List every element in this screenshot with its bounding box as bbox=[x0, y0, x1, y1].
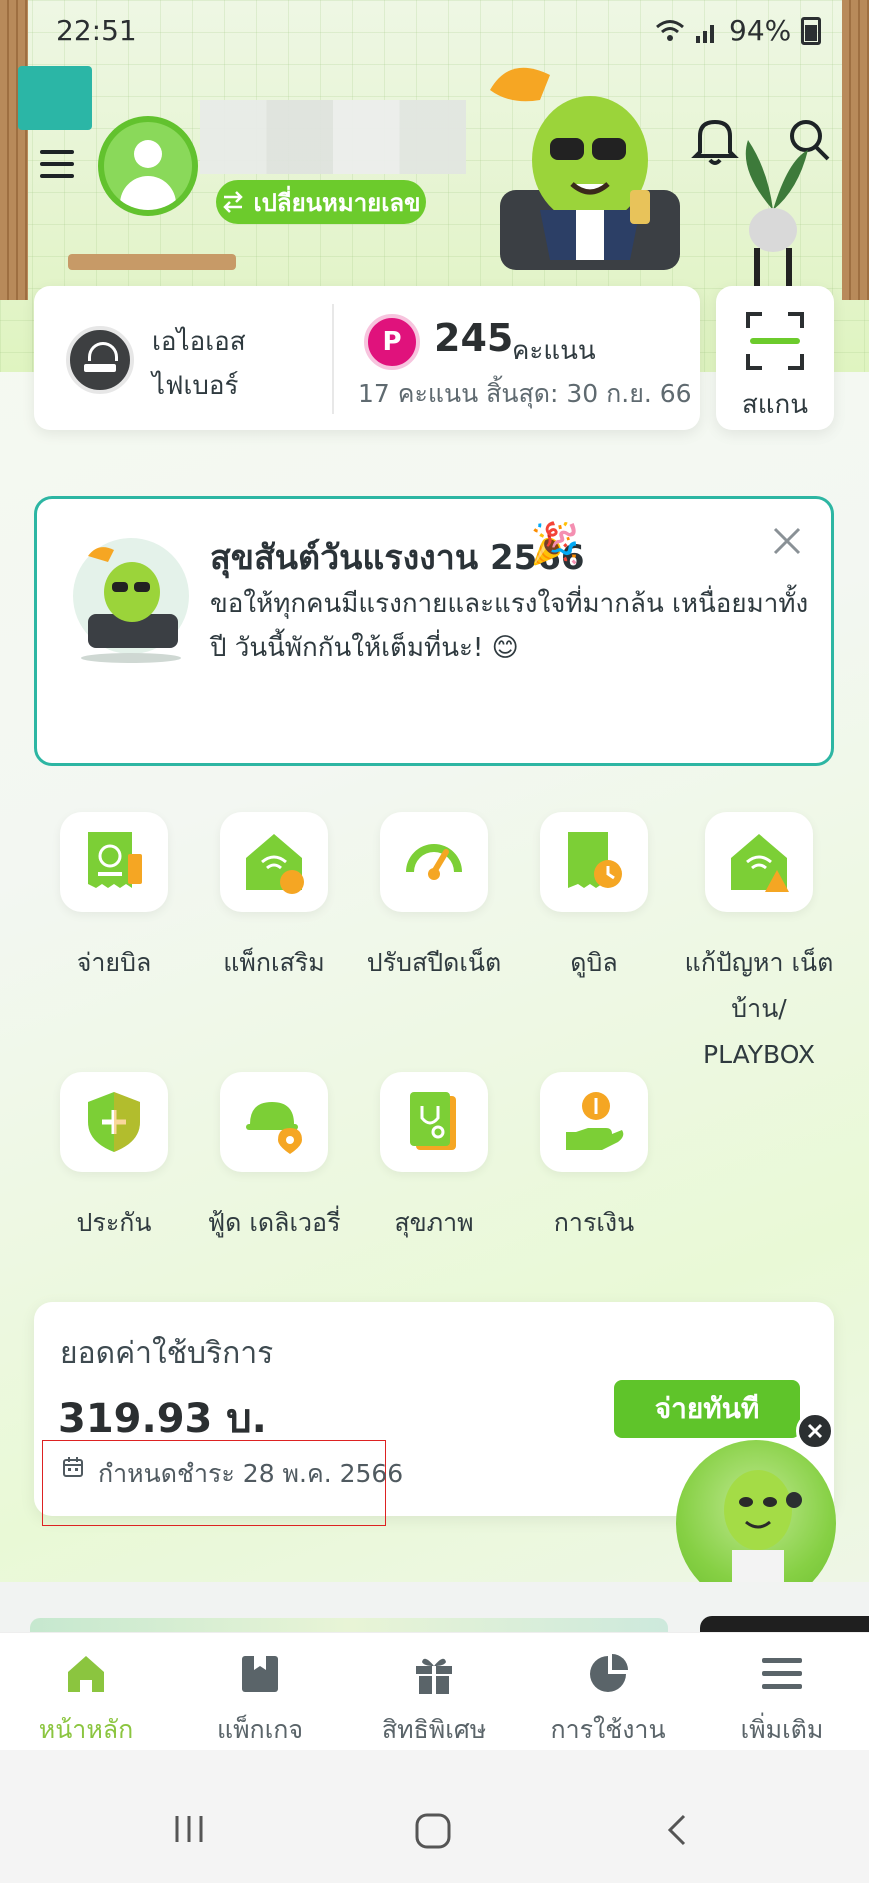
announcement-body: ขอให้ทุกคนมีแรงกายและแรงใจที่มากล้น เหนื… bbox=[210, 589, 809, 663]
provider-line-1: เอไอเอส bbox=[152, 327, 246, 357]
swap-arrows-icon bbox=[223, 191, 244, 213]
battery-icon bbox=[801, 16, 822, 45]
system-home-icon[interactable] bbox=[414, 1812, 452, 1850]
points-expiry: 17 คะแนน สิ้นสุด: 30 ก.ย. 66 bbox=[358, 379, 692, 408]
signal-icon bbox=[696, 24, 714, 43]
health-icon bbox=[380, 1072, 488, 1172]
avatar[interactable] bbox=[98, 116, 198, 216]
nav-label: การใช้งาน bbox=[550, 1715, 666, 1744]
wifi-icon bbox=[656, 19, 684, 41]
service-label: จ่ายบิล bbox=[76, 948, 152, 977]
service-label: ปรับสปีดเน็ต bbox=[366, 948, 502, 977]
gift-icon bbox=[416, 1658, 452, 1694]
recent-apps-icon[interactable] bbox=[172, 1812, 206, 1846]
status-time: 22:51 bbox=[56, 14, 137, 47]
scan-label: สแกน bbox=[741, 390, 809, 420]
service-label: สุขภาพ bbox=[394, 1208, 474, 1237]
service-food-delivery[interactable]: ฟู้ด เดลิเวอรี่ bbox=[204, 1072, 344, 1246]
points-value[interactable]: 245 bbox=[434, 316, 513, 360]
service-bill-pay[interactable]: จ่ายบิล bbox=[44, 812, 184, 986]
announcement-mascot-image bbox=[73, 538, 189, 663]
card-divider bbox=[332, 304, 334, 414]
service-view-bill[interactable]: ดูบิล bbox=[524, 812, 664, 986]
scan-frame-icon bbox=[746, 312, 804, 370]
service-troubleshoot[interactable]: แก้ปัญหา เน็ตบ้าน/ PLAYBOX bbox=[684, 812, 834, 1078]
menu-icon[interactable] bbox=[40, 150, 74, 178]
blurred-account-name bbox=[200, 100, 466, 174]
nav-package[interactable]: แพ็กเกจ bbox=[180, 1652, 340, 1750]
switch-number-button[interactable]: เปลี่ยนหมายเลข bbox=[216, 180, 426, 224]
food-delivery-icon bbox=[220, 1072, 328, 1172]
view-bill-icon bbox=[540, 812, 648, 912]
back-icon[interactable] bbox=[662, 1812, 692, 1848]
desk-decoration bbox=[68, 254, 236, 270]
switch-number-label: เปลี่ยนหมายเลข bbox=[253, 188, 421, 217]
home-icon bbox=[68, 1656, 104, 1692]
service-addon-pack[interactable]: แพ็กเสริม bbox=[204, 812, 344, 986]
plant-decoration bbox=[745, 140, 808, 288]
nav-home[interactable]: หน้าหลัก bbox=[6, 1652, 166, 1750]
nav-usage[interactable]: การใช้งาน bbox=[528, 1652, 688, 1750]
battery-percent: 94% bbox=[729, 14, 792, 47]
insurance-icon bbox=[60, 1072, 168, 1172]
service-label: ฟู้ด เดลิเวอรี่ bbox=[207, 1208, 341, 1237]
service-health[interactable]: สุขภาพ bbox=[364, 1072, 504, 1246]
service-finance[interactable]: การเงิน bbox=[524, 1072, 664, 1246]
announcement-title: สุขสันต์วันแรงงาน 2566 bbox=[210, 538, 585, 578]
mascot-illustration bbox=[490, 67, 680, 270]
bill-pay-icon bbox=[60, 812, 168, 912]
party-popper-icon: 🎉 bbox=[530, 521, 580, 567]
wood-panel-decoration bbox=[842, 0, 869, 300]
close-assistant-icon[interactable] bbox=[796, 1412, 834, 1450]
provider-line-2: ไฟเบอร์ bbox=[152, 371, 239, 401]
pay-now-button[interactable]: จ่ายทันที bbox=[614, 1380, 800, 1438]
nav-label: เพิ่มเติม bbox=[740, 1715, 824, 1744]
service-speed-boost[interactable]: ปรับสปีดเน็ต bbox=[364, 812, 504, 986]
provider-name: เอไอเอส ไฟเบอร์ bbox=[152, 320, 302, 408]
nav-label: แพ็กเกจ bbox=[216, 1715, 304, 1744]
service-insurance[interactable]: ประกัน bbox=[44, 1072, 184, 1246]
service-label: การเงิน bbox=[553, 1208, 635, 1237]
package-icon bbox=[242, 1656, 278, 1692]
points-unit: คะแนน bbox=[512, 336, 596, 366]
addon-pack-icon bbox=[220, 812, 328, 912]
due-date: กำหนดชำระ 28 พ.ค. 2566 bbox=[98, 1459, 404, 1488]
service-label: ดูบิล bbox=[570, 948, 618, 977]
close-icon[interactable] bbox=[770, 524, 804, 558]
nav-privileges[interactable]: สิทธิพิเศษ bbox=[354, 1652, 514, 1750]
speed-boost-icon bbox=[380, 812, 488, 912]
finance-icon bbox=[540, 1072, 648, 1172]
status-indicators: 94% bbox=[655, 14, 822, 47]
points-badge-icon: P bbox=[364, 314, 420, 370]
troubleshoot-icon bbox=[705, 812, 813, 912]
router-icon bbox=[66, 326, 134, 394]
nav-more[interactable]: เพิ่มเติม bbox=[702, 1652, 862, 1750]
bill-title: ยอดค่าใช้บริการ bbox=[60, 1336, 274, 1371]
pegboard-decoration bbox=[18, 66, 92, 130]
service-label: แก้ปัญหา เน็ตบ้าน/ PLAYBOX bbox=[684, 948, 834, 1069]
calendar-icon bbox=[63, 1457, 83, 1477]
nav-label: สิทธิพิเศษ bbox=[381, 1715, 487, 1744]
nav-label: หน้าหลัก bbox=[38, 1715, 134, 1744]
more-menu-icon bbox=[762, 1658, 802, 1689]
wood-panel-decoration bbox=[0, 0, 28, 300]
service-label: ประกัน bbox=[76, 1208, 152, 1237]
service-label: แพ็กเสริม bbox=[223, 948, 325, 977]
usage-icon bbox=[590, 1654, 628, 1692]
